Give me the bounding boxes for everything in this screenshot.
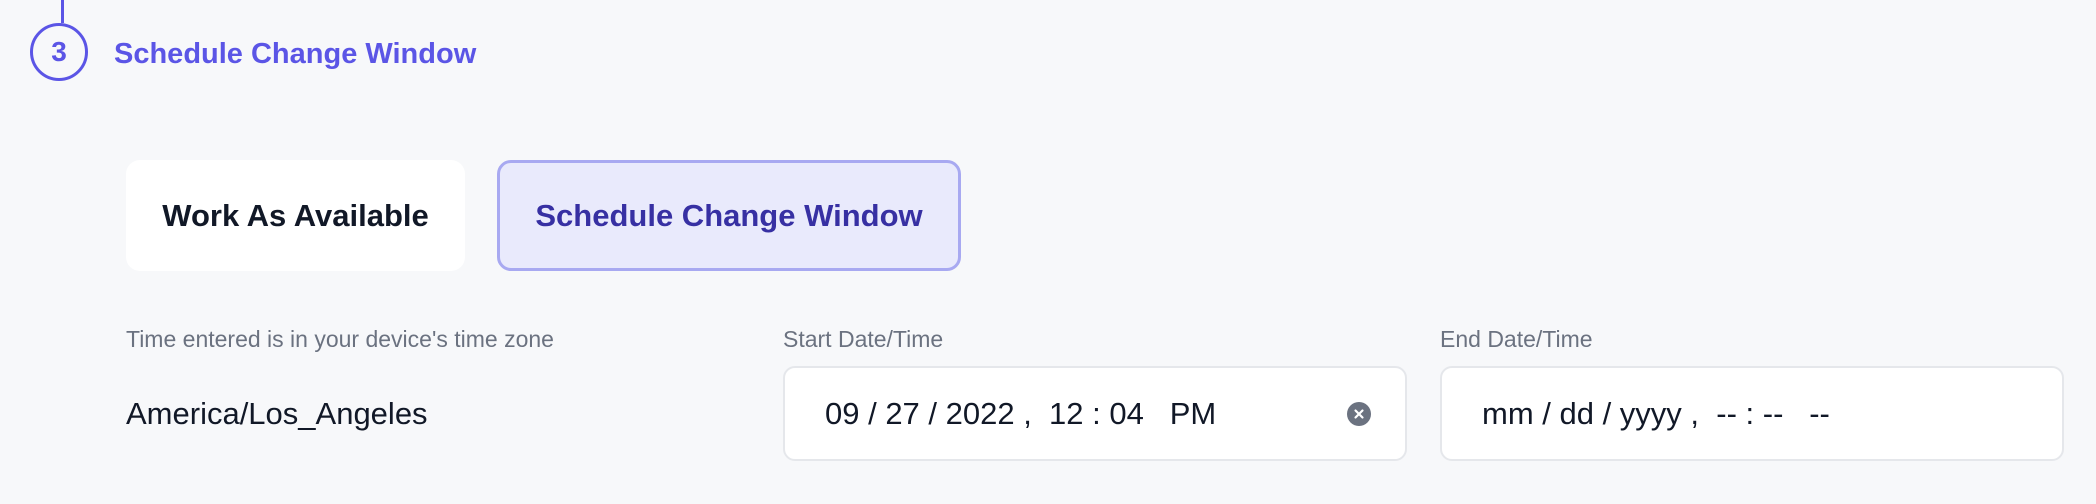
- end-datetime-input[interactable]: mm / dd / yyyy , -- : -- --: [1440, 366, 2064, 461]
- start-datetime-value: 09 / 27 / 2022 , 12 : 04 PM: [825, 395, 1217, 431]
- step-connector-line: [61, 0, 64, 23]
- schedule-change-window-option[interactable]: Schedule Change Window: [497, 160, 961, 271]
- end-datetime-value: mm / dd / yyyy , -- : -- --: [1482, 395, 1830, 431]
- end-datetime-label: End Date/Time: [1440, 326, 1593, 352]
- timezone-value: America/Los_Angeles: [126, 396, 428, 431]
- start-datetime-label: Start Date/Time: [783, 326, 944, 352]
- work-as-available-option[interactable]: Work As Available: [126, 160, 465, 271]
- clear-icon[interactable]: [1347, 402, 1371, 426]
- timezone-label: Time entered is in your device's time zo…: [126, 326, 554, 352]
- start-datetime-input[interactable]: 09 / 27 / 2022 , 12 : 04 PM: [783, 366, 1407, 461]
- step-title: Schedule Change Window: [114, 38, 477, 70]
- step-number-badge: 3: [30, 23, 88, 81]
